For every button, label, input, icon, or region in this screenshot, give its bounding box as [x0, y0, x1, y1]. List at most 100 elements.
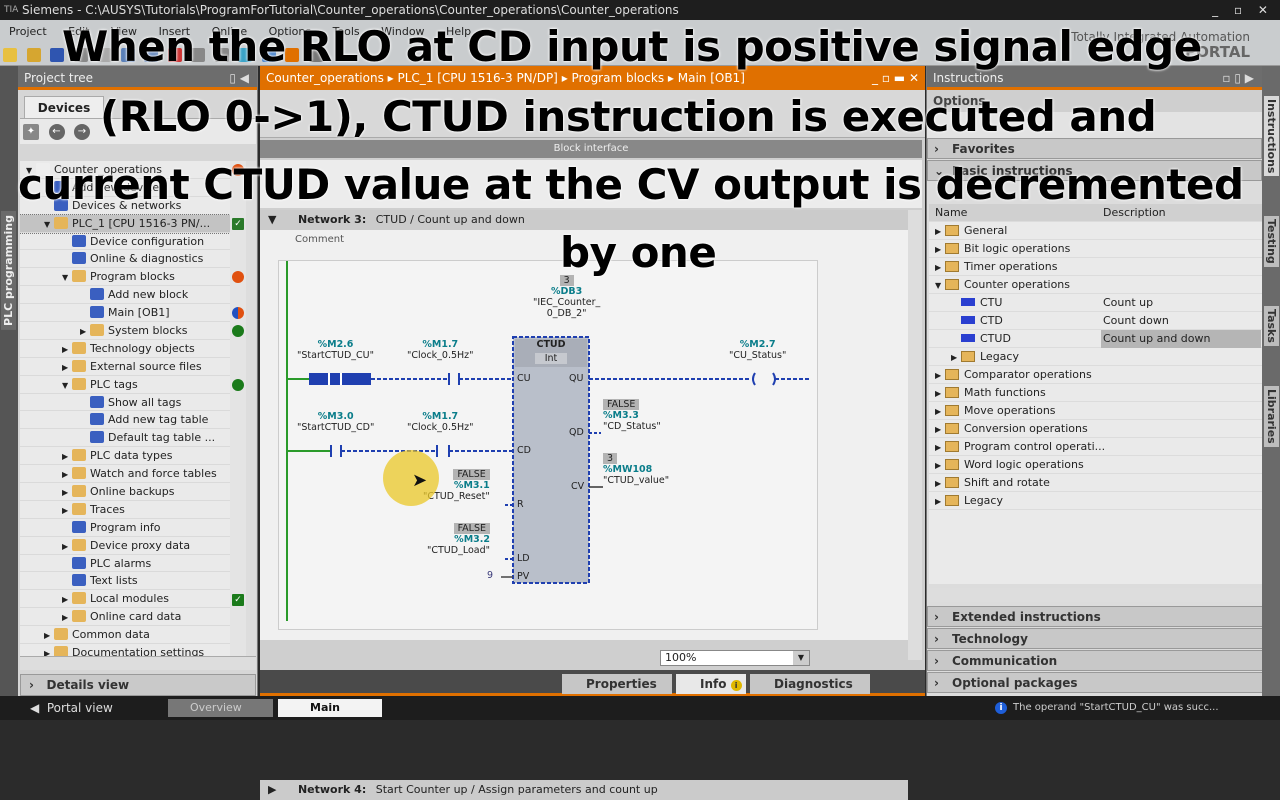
instruction-item[interactable]: ▶ Timer operations [929, 258, 1263, 276]
network-comment[interactable]: Comment [295, 234, 344, 245]
overview-tab[interactable]: Overview [168, 699, 273, 717]
tree-item[interactable]: ▶ Online card data [20, 608, 230, 627]
expand-right-icon[interactable]: ▶ [62, 341, 72, 359]
section-communication[interactable]: › Communication [927, 650, 1263, 671]
instruction-item[interactable]: ▶ Conversion operations [929, 420, 1263, 438]
expand-icon[interactable]: ▶ [935, 223, 945, 241]
expand-icon[interactable]: ▶ [935, 457, 945, 475]
tree-item[interactable]: Add new block [20, 286, 230, 305]
expand-icon[interactable]: ▶ [935, 403, 945, 421]
expand-right-icon[interactable]: ▶ [62, 591, 72, 609]
tree-item[interactable]: ▶ Traces [20, 501, 230, 519]
portal-view-button[interactable]: ◀ Portal view [30, 696, 113, 720]
instance-db-block[interactable]: 3 %DB3 "IEC_Counter_ 0_DB_2" [533, 275, 600, 319]
tree-item[interactable]: Main [OB1] [20, 304, 230, 323]
operand-cu-status[interactable]: %M2.7 "CU_Status" [729, 339, 786, 361]
instruction-item[interactable]: ▶ Shift and rotate [929, 474, 1263, 492]
instruction-item[interactable]: ▶ Comparator operations [929, 366, 1263, 384]
tab-plc-programming[interactable]: PLC programming [1, 211, 16, 330]
panel-controls[interactable]: ▫ ▯ ▶ [1222, 66, 1254, 90]
tree-item[interactable]: ▶ External source files [20, 358, 230, 376]
network-3-header[interactable]: ▼ Network 3: CTUD / Count up and down [260, 210, 908, 230]
tab-tasks[interactable]: Tasks [1264, 306, 1279, 346]
open-project-icon[interactable] [26, 48, 41, 62]
operand-startctud-cu[interactable]: %M2.6 "StartCTUD_CU" [297, 339, 374, 361]
instruction-item[interactable]: CTUD Count up and down [929, 330, 1263, 348]
section-technology[interactable]: › Technology [927, 628, 1263, 649]
instruction-item[interactable]: ▶ Legacy [929, 348, 1263, 366]
operand-startctud-cd[interactable]: %M3.0 "StartCTUD_CD" [297, 411, 374, 433]
tab-devices[interactable]: Devices [24, 96, 104, 118]
operand-clock-cu[interactable]: %M1.7 "Clock_0.5Hz" [407, 339, 474, 361]
instruction-item[interactable]: CTD Count down [929, 312, 1263, 330]
window-controls[interactable]: _ ▫ ✕ [1212, 0, 1274, 20]
expand-right-icon[interactable]: ▶ [44, 645, 54, 656]
expand-icon[interactable]: ▶ [935, 241, 945, 259]
expand-icon[interactable]: ▶ [935, 367, 945, 385]
instructions-horizontal-scrollbar[interactable] [929, 588, 1263, 602]
tab-properties[interactable]: Properties [562, 674, 672, 694]
expand-icon[interactable]: ▶ [935, 259, 945, 277]
operand-cd-status[interactable]: FALSE %M3.3 "CD_Status" [603, 399, 661, 432]
chevron-right-icon[interactable]: ▶ [268, 783, 276, 796]
instruction-item[interactable]: CTU Count up [929, 294, 1263, 312]
block-datatype[interactable]: Int [535, 353, 567, 364]
dropdown-arrow-icon[interactable]: ▼ [793, 651, 809, 665]
tree-item[interactable]: ▶ Common data [20, 626, 230, 645]
instruction-item[interactable]: ▶ General [929, 222, 1263, 240]
tree-item[interactable]: PLC alarms [20, 555, 230, 573]
expand-right-icon[interactable]: ▶ [62, 359, 72, 377]
expand-right-icon[interactable]: ▶ [62, 609, 72, 627]
tree-item[interactable]: ▼ PLC tags [20, 376, 230, 394]
expand-right-icon[interactable]: ▶ [80, 323, 90, 341]
instruction-item[interactable]: ▼ Counter operations [929, 276, 1263, 294]
breadcrumb-program-blocks[interactable]: Program blocks [572, 71, 665, 85]
pv-value[interactable]: 9 [487, 570, 493, 581]
operand-ctud-load[interactable]: FALSE %M3.2 "CTUD_Load" [427, 523, 490, 556]
tree-item[interactable]: ▶ Technology objects [20, 340, 230, 358]
status-message[interactable]: i The operand "StartCTUD_CU" was succ... [995, 696, 1219, 720]
tree-item[interactable]: ▼ PLC_1 [CPU 1516-3 PN/... [20, 213, 230, 234]
chevron-down-icon[interactable]: ▼ [268, 213, 276, 226]
tab-testing[interactable]: Testing [1264, 216, 1279, 267]
expand-icon[interactable]: ▶ [951, 349, 961, 367]
tree-item[interactable]: ▶ System blocks [20, 322, 230, 340]
tree-item[interactable]: Online & diagnostics [20, 250, 230, 269]
tree-vertical-scrollbar[interactable] [246, 161, 256, 656]
instruction-item[interactable]: ▶ Program control operati... [929, 438, 1263, 456]
new-item-icon[interactable]: ✦ [23, 124, 39, 140]
tab-diagnostics[interactable]: Diagnostics [750, 674, 870, 694]
tree-item[interactable]: ▼ Program blocks [20, 268, 230, 287]
tree-item[interactable]: Default tag table ... [20, 429, 230, 448]
tree-item[interactable]: ▶ Device proxy data [20, 537, 230, 555]
instruction-item[interactable]: ▶ Bit logic operations [929, 240, 1263, 258]
expand-right-icon[interactable]: ▶ [62, 538, 72, 556]
expand-icon[interactable]: ▶ [935, 421, 945, 439]
expand-icon[interactable]: ▼ [935, 277, 945, 295]
section-favorites[interactable]: › Favorites [927, 138, 1262, 159]
section-extended-instructions[interactable]: › Extended instructions [927, 606, 1263, 627]
expand-down-icon[interactable]: ▼ [44, 216, 54, 234]
tree-item[interactable]: ▶ Documentation settings [20, 644, 230, 656]
zoom-select[interactable]: 100% ▼ [660, 650, 810, 666]
tab-info[interactable]: Info i [676, 674, 746, 694]
breadcrumb-project[interactable]: Counter_operations [266, 71, 384, 85]
tab-libraries[interactable]: Libraries [1264, 386, 1279, 447]
tree-item[interactable]: ▶ Local modules [20, 590, 230, 609]
tree-item[interactable]: Text lists [20, 572, 230, 591]
tree-item[interactable]: ▶ Watch and force tables [20, 465, 230, 484]
expand-right-icon[interactable]: ▶ [62, 502, 72, 520]
expand-down-icon[interactable]: ▼ [62, 377, 72, 395]
network-4-header[interactable]: ▶ Network 4: Start Counter up / Assign p… [260, 780, 908, 800]
operand-ctud-value[interactable]: 3 %MW108 "CTUD_value" [603, 453, 669, 486]
tree-item[interactable]: ▶ Online backups [20, 483, 230, 501]
tree-item[interactable]: Show all tags [20, 394, 230, 412]
instruction-item[interactable]: ▶ Move operations [929, 402, 1263, 420]
tree-item[interactable]: Device configuration [20, 233, 230, 251]
back-icon[interactable]: ← [48, 124, 65, 140]
expand-icon[interactable]: ▶ [935, 475, 945, 493]
operand-clock-cd[interactable]: %M1.7 "Clock_0.5Hz" [407, 411, 474, 433]
new-project-icon[interactable] [3, 48, 17, 62]
forward-icon[interactable]: → [74, 124, 90, 140]
tree-horizontal-scrollbar[interactable] [20, 656, 256, 670]
